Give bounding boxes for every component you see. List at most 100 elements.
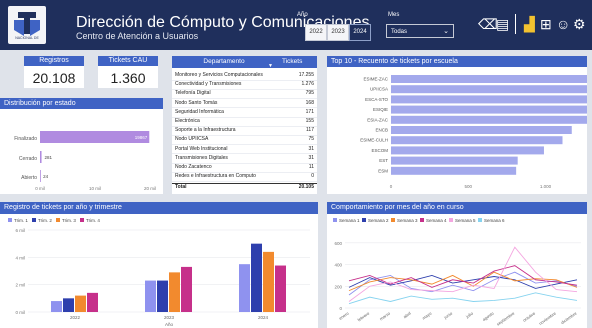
- series-line: [348, 246, 578, 302]
- quarter-bar: [181, 266, 192, 312]
- legend-swatch: [478, 218, 482, 222]
- legend-label: Trim. 1: [14, 218, 28, 223]
- table-row[interactable]: Nodo Santo Tomás 168: [172, 100, 317, 109]
- ticket-count: 31: [308, 154, 314, 161]
- logo-text: NACIONAL DE: [15, 36, 39, 40]
- sitemap-icon[interactable]: ⊞: [540, 16, 552, 32]
- eraser-icon[interactable]: ⌫: [478, 16, 498, 32]
- quarter-bar: [239, 264, 250, 312]
- table-row[interactable]: Nodo UPIICSA 75: [172, 136, 317, 146]
- kpi-label: Tickets CAU: [98, 56, 158, 66]
- top10-title: Top 10 - Recuento de tickets por escuela: [327, 56, 587, 67]
- top10-bar: [391, 105, 587, 114]
- legend-swatch: [8, 218, 12, 222]
- top10-category-label: ESIME-CULH: [360, 138, 388, 143]
- kpi-card-registros: Registros 20.108: [24, 56, 84, 88]
- table-row[interactable]: Redes e Infraestructura en Computo 0: [172, 173, 317, 182]
- year-button-2024[interactable]: 2024: [349, 24, 371, 41]
- legend-label: Trim. 2: [38, 218, 52, 223]
- table-row[interactable]: Conectividad y Transmisiones 1.276: [172, 81, 317, 90]
- table-row[interactable]: Telefonía Digital 795: [172, 90, 317, 100]
- legend-swatch: [333, 218, 337, 222]
- ticket-count: 155: [305, 118, 314, 124]
- year-button-2022[interactable]: 2022: [305, 24, 327, 41]
- status-category-label: Abierto: [21, 175, 37, 181]
- kpi-value: 20.108: [32, 70, 76, 86]
- legend-label: Trim. 3: [62, 218, 76, 223]
- legend-swatch: [56, 218, 60, 222]
- department-name: Conectividad y Transmisiones: [175, 81, 242, 88]
- kpi-label: Registros: [24, 56, 84, 66]
- month-tick-label: agosto: [481, 310, 495, 322]
- users-icon[interactable]: ☺: [556, 16, 570, 32]
- table-row[interactable]: Seguridad Informática 171: [172, 109, 317, 118]
- table-row[interactable]: Portal Web Institucional 31: [172, 146, 317, 155]
- legend-swatch: [80, 218, 84, 222]
- department-name: Nodo UPIICSA: [175, 136, 209, 143]
- total-value: 20.105: [298, 184, 314, 190]
- y-tick-label: 400: [334, 263, 342, 268]
- table-header-tickets[interactable]: Tickets: [282, 58, 302, 65]
- y-tick-label: 2 mil: [15, 283, 25, 288]
- department-name: Portal Web Institucional: [175, 145, 228, 152]
- top10-bar: [391, 85, 587, 94]
- month-tick-label: octubre: [522, 310, 537, 322]
- department-name: Electrónica: [175, 118, 200, 124]
- table-header-departamento[interactable]: Departamento: [178, 58, 270, 65]
- sort-desc-icon[interactable]: ▼: [268, 63, 273, 69]
- legend-swatch: [362, 218, 366, 222]
- kpi-value: 1.360: [110, 70, 146, 86]
- top10-bar: [391, 115, 587, 124]
- bar-chart-icon[interactable]: ▟: [524, 16, 535, 32]
- y-tick-label: 200: [334, 284, 342, 289]
- legend-label: Semana 3: [397, 218, 418, 223]
- legend-swatch: [449, 218, 453, 222]
- department-name: Seguridad Informática: [175, 108, 224, 115]
- quarter-bar: [145, 280, 156, 312]
- top10-category-label: UPIICSA: [370, 87, 388, 92]
- top10-bar: [391, 166, 517, 175]
- top10-bar: [391, 156, 518, 165]
- page-subtitle: Centro de Atención a Usuarios: [76, 31, 199, 41]
- month-filter-label: Mes: [388, 12, 400, 18]
- year-button-2023[interactable]: 2023: [327, 24, 349, 41]
- legend-label: Trim. 4: [86, 218, 100, 223]
- top10-category-label: ESIA-ZAC: [367, 117, 389, 122]
- table-row[interactable]: Monitoreo y Servicios Computacionales 17.…: [172, 72, 317, 81]
- department-name: Nodo Santo Tomás: [175, 99, 218, 106]
- monthly-chart: Semana 1 Semana 2 Semana 3 Semana 4 Semana 5…: [333, 218, 581, 327]
- monthly-title: Comportamiento por mes del año en curso: [327, 202, 587, 214]
- year-quarter-chart: Trim. 1 Trim. 2 Trim. 3 Trim. 4 0 mil 2 mil 4 …: [8, 218, 310, 327]
- x-tick-label: 2022: [70, 315, 81, 320]
- kpi-card-tickets-cau: Tickets CAU 1.360: [98, 56, 158, 88]
- status-category-label: Cerrado: [19, 156, 37, 162]
- ticket-count: 117: [306, 127, 314, 134]
- top10-bar: [391, 95, 587, 104]
- quarter-bar: [251, 243, 262, 312]
- month-select[interactable]: Todas ⌄: [386, 24, 454, 38]
- table-row[interactable]: Transmisiones Digitales 31: [172, 155, 317, 164]
- bookmark-icon[interactable]: ▤: [496, 16, 509, 32]
- settings-icon[interactable]: ⚙: [573, 16, 586, 32]
- top10-category-label: ENCB: [375, 128, 388, 133]
- top10-x-tick: 0: [390, 184, 393, 189]
- top10-x-tick: 1.000: [540, 184, 552, 189]
- table-row[interactable]: Nodo Zacatenco 11: [172, 164, 317, 173]
- legend-swatch: [420, 218, 424, 222]
- legend-label: Semana 4: [426, 218, 447, 223]
- table-row[interactable]: Electrónica 155: [172, 118, 317, 127]
- legend-label: Semana 2: [368, 218, 389, 223]
- month-tick-label: noviembre: [538, 310, 557, 326]
- table-row[interactable]: Soporte a la Infraestructura 117: [172, 127, 317, 136]
- year-quarter-title: Registro de tickets por año y trimestre: [0, 202, 318, 214]
- ticket-count: 0: [311, 173, 314, 180]
- year-quarter-panel: Registro de tickets por año y trimestre …: [0, 202, 318, 328]
- month-tick-label: mayo: [421, 310, 433, 320]
- department-table: Departamento Tickets ▼ Monitoreo y Servi…: [172, 56, 317, 194]
- table-body: Monitoreo y Servicios Computacionales 17.…: [172, 72, 317, 184]
- department-name: Redes e Infraestructura en Computo: [175, 173, 256, 180]
- top10-bar: [391, 75, 587, 83]
- y-tick-label: 6 mil: [15, 228, 25, 233]
- x-tick-label: 2023: [164, 315, 175, 320]
- quarter-bar: [75, 295, 86, 312]
